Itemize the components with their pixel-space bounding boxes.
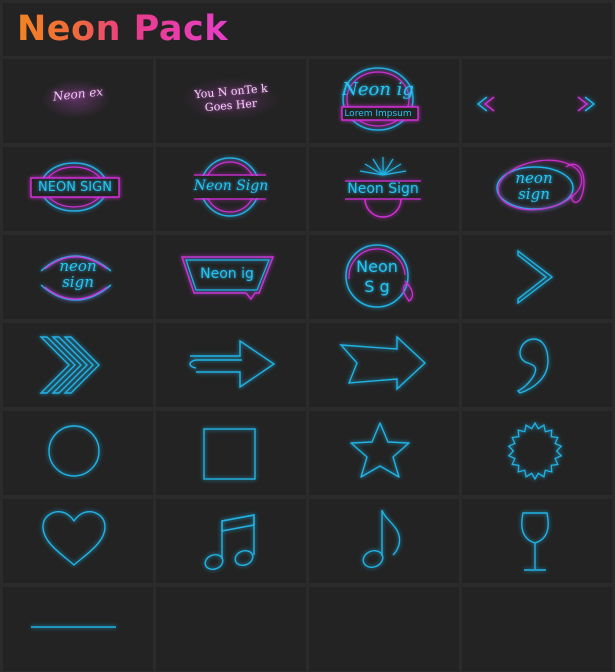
badge-caption: Lorem Impsum	[344, 109, 412, 119]
circle-icon	[48, 425, 100, 477]
page-title: Neon Pack	[17, 9, 229, 49]
tile-neon-sign-lens[interactable]: neon sign	[3, 235, 153, 319]
arrow-right-outline-icon	[339, 335, 427, 391]
speech-banner-label: Neon ig	[200, 266, 254, 282]
circle-sign-line1: Neon	[356, 257, 398, 276]
tile-your-text[interactable]: You N onTe k Goes Her	[156, 59, 306, 143]
tile-neon-sign-rect[interactable]: NEON SIGN	[3, 147, 153, 231]
tile-neon-sign-sunburst[interactable]: Neon Sign	[309, 147, 459, 231]
tile-line[interactable]	[3, 587, 153, 671]
tile-eighth-note[interactable]	[309, 499, 459, 583]
tile-outline-arrow[interactable]	[309, 323, 459, 407]
badge-title: Neon ig	[342, 79, 414, 100]
tile-empty-3	[462, 587, 612, 671]
tile-heart[interactable]	[3, 499, 153, 583]
tile-square[interactable]	[156, 411, 306, 495]
tile-neon-text[interactable]: Neon ex	[3, 59, 153, 143]
oval-line2: sign	[518, 185, 550, 203]
eighth-note-icon	[362, 509, 401, 568]
sunburst-label: Neon Sign	[347, 181, 419, 197]
triple-chevron-right-icon	[39, 336, 100, 394]
line-icon	[31, 626, 116, 628]
circle-sign-line2: S g	[364, 277, 390, 296]
tile-badge[interactable]	[462, 411, 612, 495]
tile-chevron[interactable]	[462, 235, 612, 319]
tile-neon-sign-oval[interactable]: neon sign	[462, 147, 612, 231]
rect-badge-label: NEON SIGN	[38, 180, 112, 195]
badge-frame	[341, 67, 419, 131]
star-icon	[350, 422, 410, 478]
tile-neon-sign-ring[interactable]: Neon Sign	[156, 147, 306, 231]
tile-neon-speech-banner[interactable]: Neon ig	[156, 235, 306, 319]
square-icon	[203, 428, 256, 480]
comma-icon	[516, 338, 549, 394]
tile-beamed-notes[interactable]	[156, 499, 306, 583]
badge-icon	[507, 421, 563, 481]
tile-neon-circle-sign[interactable]: Neon S g	[309, 235, 459, 319]
header: Neon Pack	[3, 3, 612, 56]
wine-glass-icon	[521, 512, 549, 571]
tile-comma[interactable]	[462, 323, 612, 407]
tile-empty-2	[309, 587, 459, 671]
tile-neon-sign-badge[interactable]: Neon ig Lorem Impsum	[309, 59, 459, 143]
heart-icon	[42, 511, 106, 566]
lens-line2: sign	[62, 273, 94, 291]
ring-label: Neon Sign	[193, 178, 269, 194]
beamed-notes-icon	[204, 514, 255, 570]
arrow-right-icon	[189, 339, 276, 389]
tile-chevron-pair[interactable]	[462, 59, 612, 143]
chevron-right-icon	[517, 249, 554, 305]
tile-empty-1	[156, 587, 306, 671]
tile-star[interactable]	[309, 411, 459, 495]
tile-triple-chevron[interactable]	[3, 323, 153, 407]
tile-wine-glass[interactable]	[462, 499, 612, 583]
double-chevron-pair-icon	[476, 96, 596, 112]
tile-arrow[interactable]	[156, 323, 306, 407]
tile-circle[interactable]	[3, 411, 153, 495]
neon-tile-grid: Neon ex You N onTe k Goes Her Neon ig Lo…	[3, 59, 612, 671]
